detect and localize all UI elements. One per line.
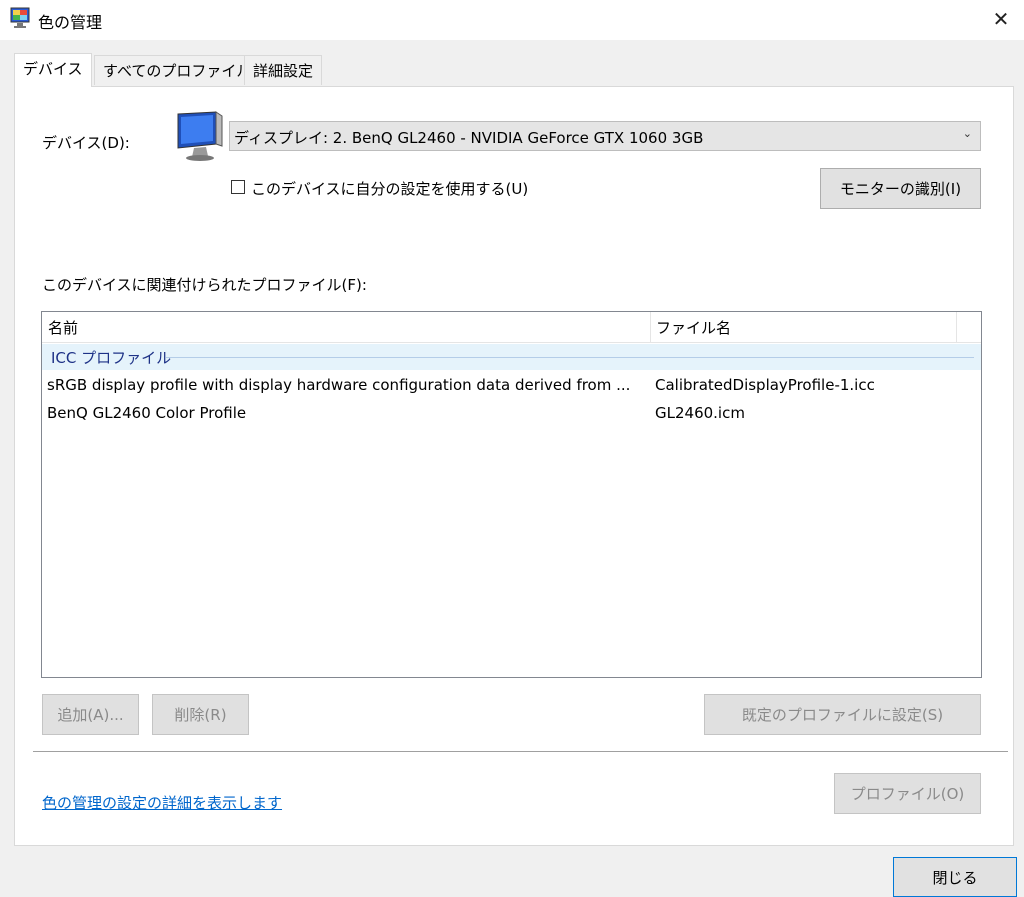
tab-devices[interactable]: デバイス [14, 53, 92, 87]
profile-name: sRGB display profile with display hardwa… [47, 376, 631, 394]
device-select[interactable]: ディスプレイ: 2. BenQ GL2460 - NVIDIA GeForce … [229, 121, 981, 151]
title-bar: 色の管理 ✕ [0, 0, 1024, 40]
list-header: 名前 ファイル名 [42, 312, 981, 343]
group-divider [166, 357, 974, 358]
column-header-file[interactable]: ファイル名 [650, 312, 956, 342]
column-header-name[interactable]: 名前 [42, 312, 650, 342]
close-icon: ✕ [992, 7, 1010, 31]
profile-file: CalibratedDisplayProfile-1.icc [655, 376, 875, 394]
close-button[interactable]: 閉じる [893, 857, 1017, 897]
monitor-icon [177, 111, 223, 161]
group-header-icc[interactable]: ICC プロファイル [42, 344, 981, 370]
tab-all-profiles[interactable]: すべてのプロファイル [94, 55, 261, 85]
set-default-profile-button[interactable]: 既定のプロファイルに設定(S) [704, 694, 981, 735]
color-management-app-icon [10, 7, 30, 28]
use-my-settings-checkbox[interactable] [231, 180, 245, 194]
color-management-details-link[interactable]: 色の管理の設定の詳細を表示します [42, 792, 282, 813]
group-label: ICC プロファイル [51, 349, 172, 367]
device-select-value: ディスプレイ: 2. BenQ GL2460 - NVIDIA GeForce … [234, 129, 704, 147]
identify-monitors-button[interactable]: モニターの識別(I) [820, 168, 981, 209]
profiles-list[interactable]: 名前 ファイル名 ICC プロファイル sRGB display profile… [41, 311, 982, 678]
profile-file: GL2460.icm [655, 404, 745, 422]
table-row[interactable]: BenQ GL2460 Color Profile GL2460.icm [42, 400, 981, 428]
device-label: デバイス(D): [42, 134, 130, 152]
profiles-label: このデバイスに関連付けられたプロファイル(F): [42, 276, 367, 294]
chevron-down-icon: ⌄ [962, 127, 972, 140]
remove-button[interactable]: 削除(R) [152, 694, 249, 735]
profile-name: BenQ GL2460 Color Profile [47, 404, 247, 422]
table-row[interactable]: sRGB display profile with display hardwa… [42, 372, 981, 400]
close-window-button[interactable]: ✕ [978, 0, 1024, 38]
tab-advanced[interactable]: 詳細設定 [244, 55, 323, 85]
divider [33, 751, 1008, 752]
column-divider [956, 312, 957, 342]
add-button[interactable]: 追加(A)... [42, 694, 139, 735]
window-title: 色の管理 [38, 13, 103, 32]
profile-button[interactable]: プロファイル(O) [834, 773, 981, 814]
use-my-settings-label: このデバイスに自分の設定を使用する(U) [251, 180, 529, 198]
